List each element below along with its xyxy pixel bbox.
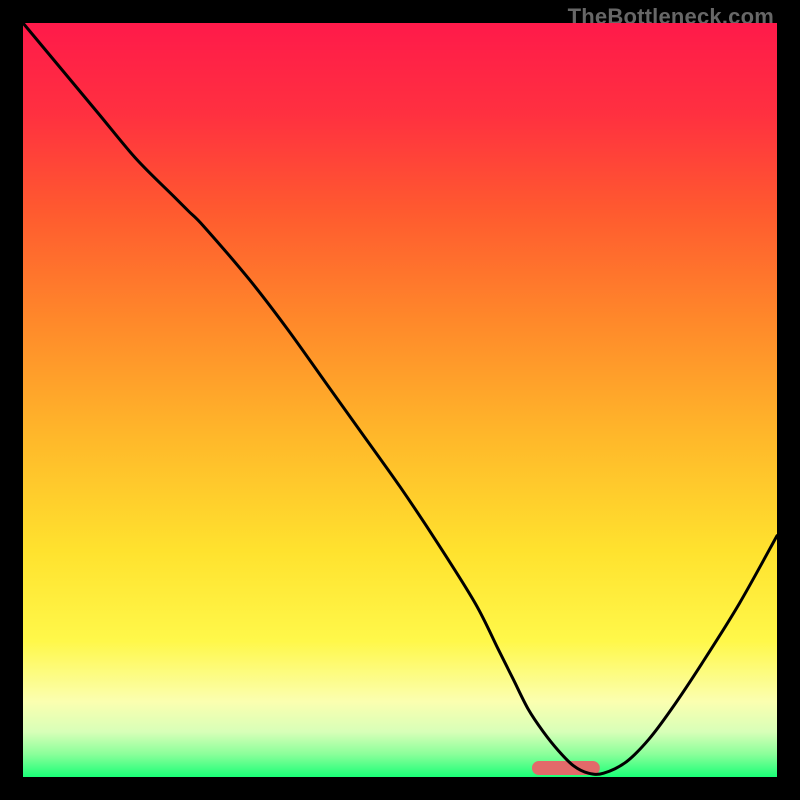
chart-frame: TheBottleneck.com [0,0,800,800]
plot-area [23,23,777,777]
chart-svg [23,23,777,777]
gradient-background [23,23,777,777]
